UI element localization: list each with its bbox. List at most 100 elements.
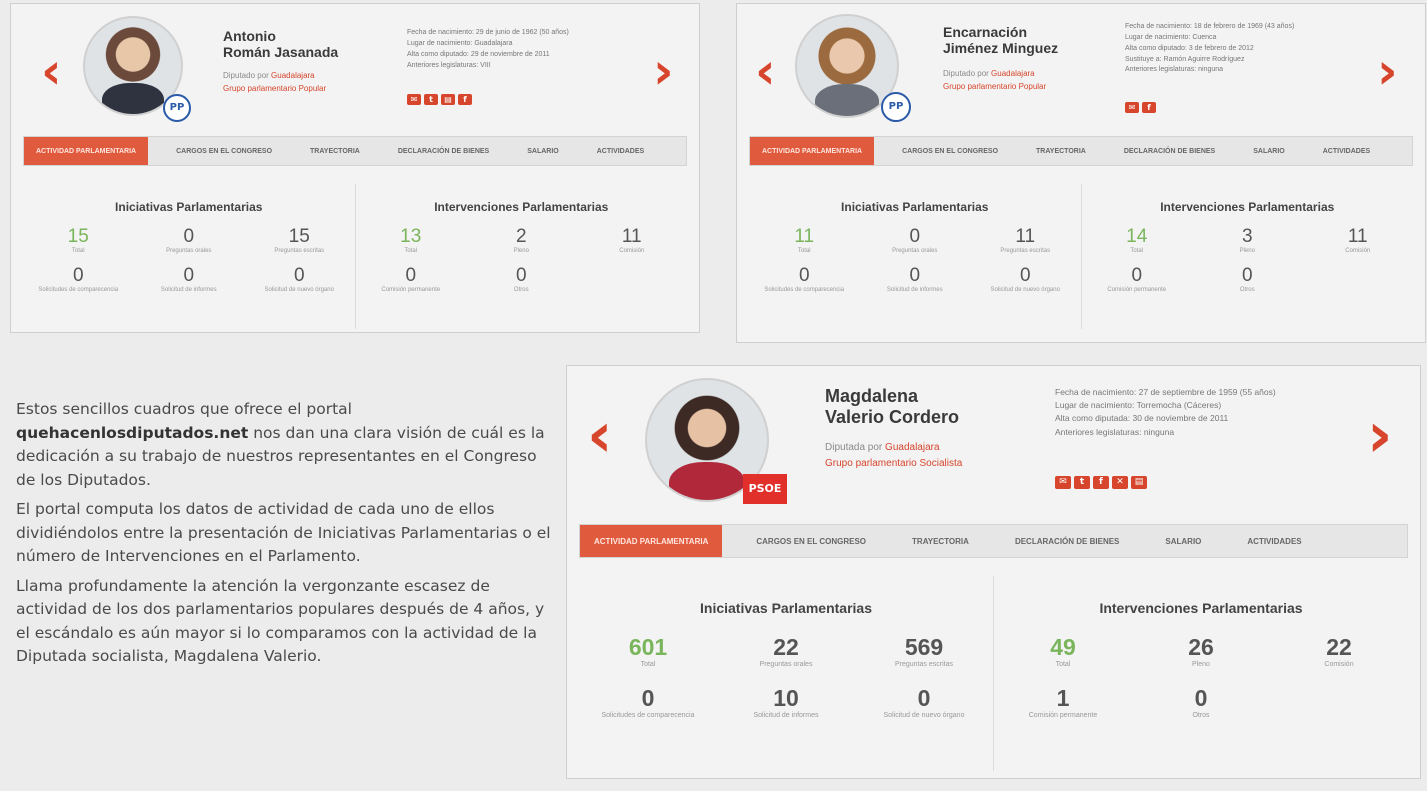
pp-badge: PP <box>881 92 911 122</box>
tab-declaracion[interactable]: DECLARACIÓN DE BIENES <box>1114 137 1225 165</box>
stat-total: 601 Total <box>628 634 668 668</box>
next-arrow-icon[interactable]: › <box>1367 404 1393 466</box>
tab-declaracion[interactable]: DECLARACIÓN DE BIENES <box>1003 525 1131 557</box>
stat-written-questions: 569 Preguntas escritas <box>895 634 953 668</box>
stat-total: 14 Total <box>1126 226 1148 254</box>
stat-others: 0 Otros <box>513 265 529 294</box>
tab-trayectoria[interactable]: TRAYECTORIA <box>1026 137 1096 165</box>
tab-trayectoria[interactable]: TRAYECTORIA <box>300 137 370 165</box>
interventions-title: Intervenciones Parlamentarias <box>434 200 609 214</box>
deputy-affiliation: Diputada por Guadalajara Grupo parlament… <box>825 440 962 472</box>
tab-actividades[interactable]: ACTIVIDADES <box>1235 525 1313 557</box>
initiatives-panel: Iniciativas Parlamentarias 15 Total 0 Preg… <box>23 184 355 329</box>
stat-total: 11 Total <box>794 226 815 254</box>
name-line-2: Jiménez Minguez <box>943 40 1059 57</box>
blog-icon[interactable]: ▤ <box>1131 476 1147 489</box>
deputy-details: Fecha de nacimiento: 29 de junio de 1962… <box>407 28 569 71</box>
tab-salario[interactable]: SALARIO <box>1153 525 1213 557</box>
facebook-icon[interactable]: f <box>1142 102 1156 113</box>
stat-new-body: 0 Solicitud de nuevo órgano <box>883 685 965 720</box>
stat-commission: 11 Comisión <box>1345 226 1371 254</box>
stat-plenary: 2 Pleno <box>513 226 529 254</box>
tab-actividad-parlamentaria[interactable]: ACTIVIDAD PARLAMENTARIA <box>24 137 149 165</box>
birth-place: Lugar de nacimiento: Torremocha (Cáceres… <box>1055 400 1222 411</box>
facebook-icon[interactable]: f <box>1093 476 1109 489</box>
tab-salario[interactable]: SALARIO <box>1243 137 1295 165</box>
stat-written-questions: 11 Preguntas escritas <box>1000 226 1051 254</box>
stat-oral-questions: 0 Preguntas orales <box>892 226 938 254</box>
twitter-icon[interactable]: t <box>1074 476 1090 489</box>
article-text: Estos sencillos cuadros que ofrece el po… <box>16 398 556 669</box>
portal-name: quehacenlosdiputados.net <box>16 423 249 442</box>
group-link[interactable]: Grupo parlamentario Popular <box>943 81 1046 94</box>
tab-bar: ACTIVIDAD PARLAMENTARIA CARGOS EN EL CON… <box>23 136 687 166</box>
group-link[interactable]: Grupo parlamentario Socialista <box>825 456 962 472</box>
next-arrow-icon[interactable]: › <box>653 46 674 96</box>
interventions-title: Intervenciones Parlamentarias <box>1099 600 1303 616</box>
twitter-icon[interactable]: t <box>424 94 438 105</box>
blog-icon[interactable]: ▤ <box>441 94 455 105</box>
social-links: ✉ f <box>1125 102 1156 113</box>
stat-permanent-commission: 0 Comisión permanente <box>381 265 441 294</box>
stat-commission: 22 Comisión <box>1324 634 1354 668</box>
deputy-card-jimenez: ‹ PP Encarnación Jiménez Minguez Diputad… <box>736 3 1426 343</box>
deputy-name: Encarnación Jiménez Minguez <box>943 24 1058 56</box>
stat-reports: 0 Solicitud de informes <box>160 265 217 294</box>
name-line-1: Magdalena <box>825 386 919 406</box>
prev-arrow-icon[interactable]: ‹ <box>755 46 776 96</box>
initiatives-title: Iniciativas Parlamentarias <box>700 600 872 616</box>
mail-icon[interactable]: ✉ <box>1055 476 1071 489</box>
since-date: Alta como diputada: 30 de noviembre de 2… <box>1055 413 1229 424</box>
birth-place: Lugar de nacimiento: Cuenca <box>1125 33 1217 41</box>
stat-plenary: 26 Pleno <box>1188 634 1214 668</box>
stat-appearances: 0 Solicitudes de comparecencia <box>601 685 695 720</box>
district-link[interactable]: Guadalajara <box>991 69 1035 78</box>
mail-icon[interactable]: ✉ <box>407 94 421 105</box>
article-paragraph-3: Llama profundamente la atención la vergo… <box>16 576 545 666</box>
stat-reports: 0 Solicitud de informes <box>886 265 943 294</box>
tab-actividades[interactable]: ACTIVIDADES <box>587 137 654 165</box>
tab-trayectoria[interactable]: TRAYECTORIA <box>900 525 981 557</box>
initiatives-title: Iniciativas Parlamentarias <box>841 200 989 214</box>
legislatures: Anteriores legislaturas: ninguna <box>1055 426 1175 437</box>
tab-cargos[interactable]: CARGOS EN EL CONGRESO <box>892 137 1008 165</box>
stat-others: 0 Otros <box>1239 265 1255 294</box>
psoe-badge: PSOE <box>743 474 787 504</box>
stat-total: 15 Total <box>67 226 89 254</box>
interventions-title: Intervenciones Parlamentarias <box>1160 200 1335 214</box>
group-link[interactable]: Grupo parlamentario Popular <box>223 83 326 96</box>
stats-area: Iniciativas Parlamentarias 601 Total 22 Pr… <box>579 576 1408 771</box>
tab-actividades[interactable]: ACTIVIDADES <box>1313 137 1380 165</box>
tab-actividad-parlamentaria[interactable]: ACTIVIDAD PARLAMENTARIA <box>750 137 875 165</box>
mail-icon[interactable]: ✉ <box>1125 102 1139 113</box>
initiatives-panel: Iniciativas Parlamentarias 11 Total 0 Preg… <box>749 184 1081 329</box>
facebook-icon[interactable]: f <box>458 94 472 105</box>
prev-arrow-icon[interactable]: ‹ <box>41 46 62 96</box>
stats-area: Iniciativas Parlamentarias 11 Total 0 Preg… <box>749 184 1413 329</box>
tab-bar: ACTIVIDAD PARLAMENTARIA CARGOS EN EL CON… <box>579 524 1408 558</box>
birth-place: Lugar de nacimiento: Guadalajara <box>407 39 513 47</box>
tab-actividad-parlamentaria[interactable]: ACTIVIDAD PARLAMENTARIA <box>580 525 723 557</box>
tab-cargos[interactable]: CARGOS EN EL CONGRESO <box>744 525 878 557</box>
since-date: Alta como diputado: 3 de febrero de 2012 <box>1125 44 1254 52</box>
next-arrow-icon[interactable]: › <box>1377 46 1398 96</box>
birth-date: Fecha de nacimiento: 27 de septiembre de… <box>1055 387 1276 397</box>
tab-salario[interactable]: SALARIO <box>517 137 569 165</box>
birth-date: Fecha de nacimiento: 18 de febrero de 19… <box>1125 23 1295 30</box>
tab-bar: ACTIVIDAD PARLAMENTARIA CARGOS EN EL CON… <box>749 136 1413 166</box>
tab-declaracion[interactable]: DECLARACIÓN DE BIENES <box>388 137 499 165</box>
stat-written-questions: 15 Preguntas escritas <box>274 226 325 254</box>
stat-new-body: 0 Solicitud de nuevo órgano <box>264 265 334 294</box>
substitute: Sustituye a: Ramón Aguirre Rodríguez <box>1125 55 1245 63</box>
x-icon[interactable]: ✕ <box>1112 476 1128 489</box>
interventions-panel: Intervenciones Parlamentarias 49 Total 26… <box>993 576 1408 771</box>
district-link[interactable]: Guadalajara <box>271 71 315 80</box>
since-date: Alta como diputado: 29 de noviembre de 2… <box>407 50 550 58</box>
district-link[interactable]: Guadalajara <box>885 442 939 453</box>
deputy-card-roman: ‹ PP Antonio Román Jasanada Diputado por… <box>10 3 700 333</box>
deputy-details: Fecha de nacimiento: 27 de septiembre de… <box>1055 386 1305 439</box>
prev-arrow-icon[interactable]: ‹ <box>587 404 613 466</box>
district-label: Diputado por <box>943 69 989 78</box>
tab-cargos[interactable]: CARGOS EN EL CONGRESO <box>166 137 282 165</box>
stat-plenary: 3 Pleno <box>1239 226 1255 254</box>
